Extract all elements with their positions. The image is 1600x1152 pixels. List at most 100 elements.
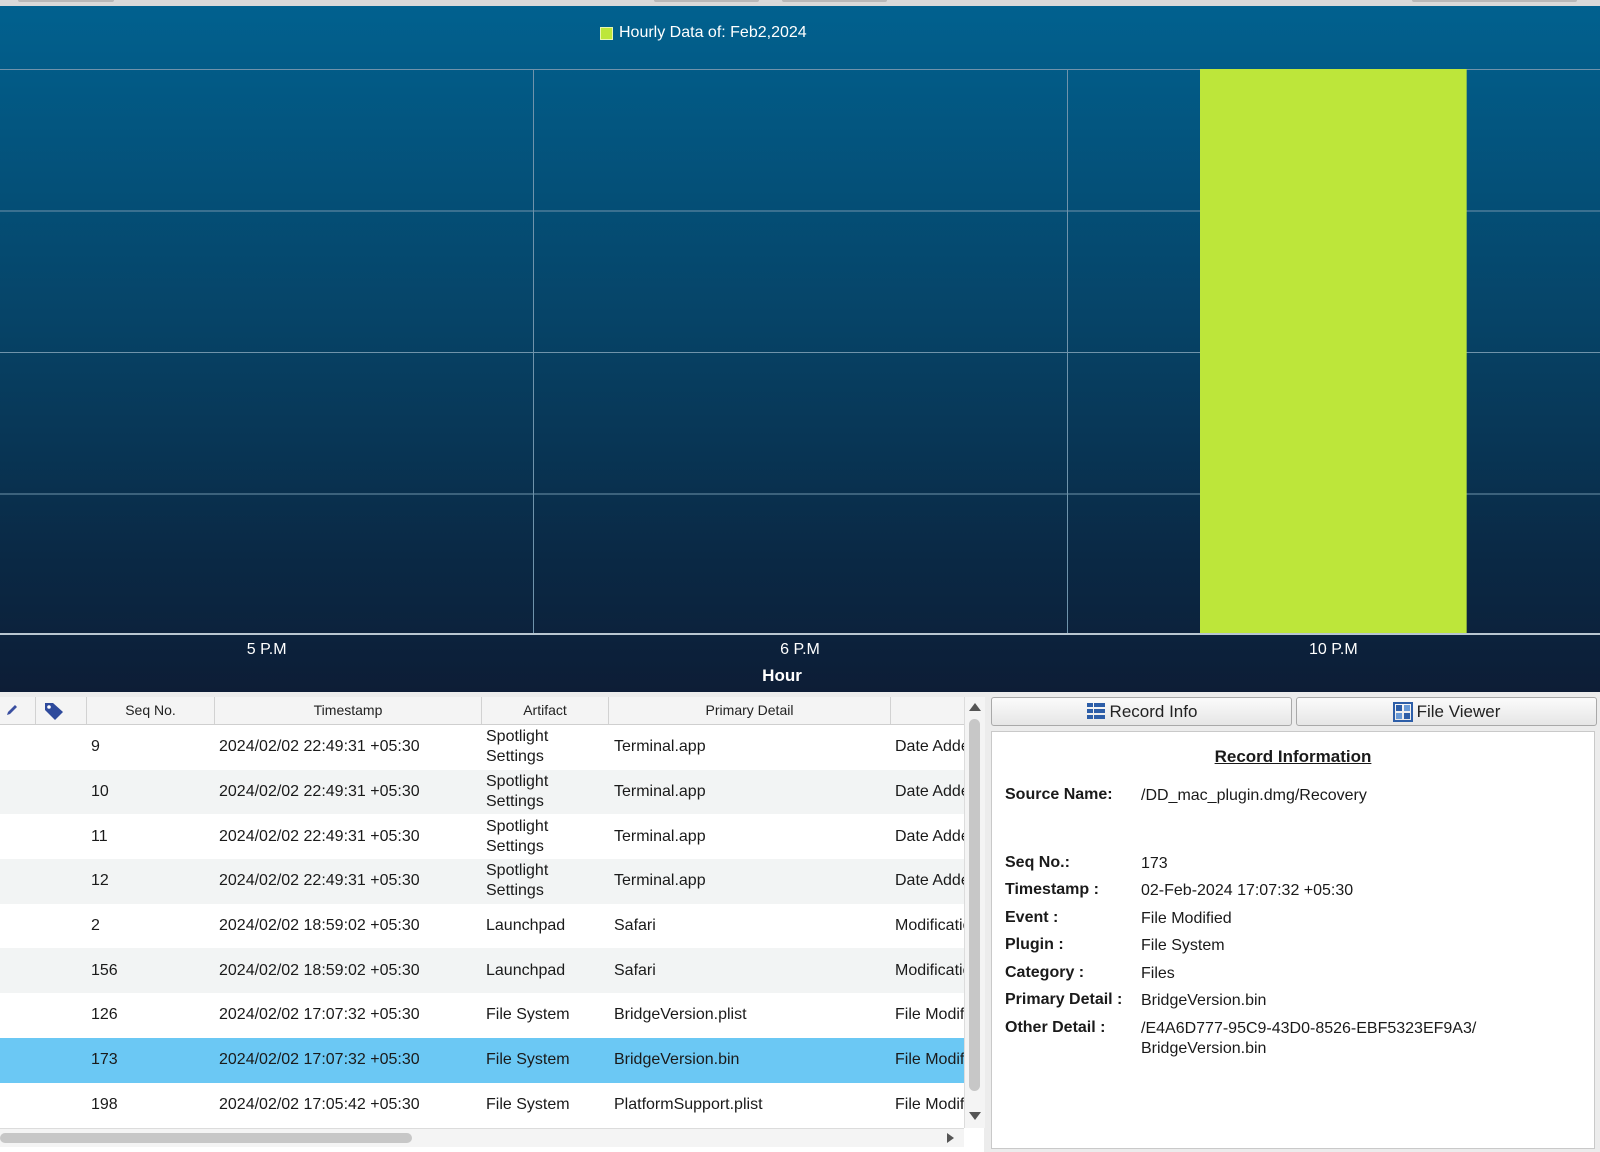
category-value: Files bbox=[1141, 965, 1175, 982]
artifact-cell: File System bbox=[486, 1051, 570, 1069]
seq-no-label: Seq No.: bbox=[1005, 854, 1070, 871]
seq-cell: 126 bbox=[91, 1006, 118, 1024]
file-viewer-icon bbox=[1392, 701, 1413, 722]
event-value: File Modified bbox=[1141, 910, 1232, 927]
plugin-value: File System bbox=[1141, 937, 1225, 954]
table-header: Seq No. Timestamp Artifact Primary Detai… bbox=[0, 697, 964, 725]
seq-cell: 10 bbox=[91, 783, 109, 801]
timestamp-cell: 2024/02/02 22:49:31 +05:30 bbox=[219, 738, 420, 756]
artifact-cell: Launchpad bbox=[486, 961, 566, 979]
event-cell: Date Added bbox=[895, 827, 964, 845]
artifact-cell: File System bbox=[486, 1006, 570, 1024]
chart-svg bbox=[0, 69, 1600, 635]
seq-cell: 173 bbox=[91, 1051, 118, 1069]
table-row[interactable]: 2 2024/02/02 18:59:02 +05:30 Launchpad Safa… bbox=[0, 903, 964, 949]
primary-detail-column-header[interactable]: Primary Detail bbox=[609, 697, 891, 724]
record-information-title: Record Information bbox=[1214, 747, 1372, 766]
scroll-right-arrow-icon[interactable] bbox=[947, 1133, 954, 1143]
event-cell: Modification bbox=[895, 917, 964, 935]
seq-cell: 156 bbox=[91, 961, 118, 979]
artifact-column-header[interactable]: Artifact bbox=[482, 697, 609, 724]
scroll-down-arrow-icon[interactable] bbox=[969, 1112, 981, 1120]
seq-cell: 9 bbox=[91, 738, 100, 756]
file-viewer-tab-label: File Viewer bbox=[1416, 701, 1501, 721]
seq-cell: 2 bbox=[91, 917, 100, 935]
timestamp-column-header[interactable]: Timestamp bbox=[215, 697, 482, 724]
edit-column-header[interactable] bbox=[0, 697, 36, 724]
vertical-scrollbar[interactable] bbox=[964, 697, 985, 1128]
scroll-up-arrow-icon[interactable] bbox=[969, 703, 981, 711]
bar-10-p-m[interactable] bbox=[1200, 69, 1467, 635]
horizontal-scroll-thumb[interactable] bbox=[0, 1133, 412, 1143]
event-column-header[interactable] bbox=[891, 697, 964, 724]
toolbar-tab[interactable] bbox=[782, 0, 887, 2]
category-label: Category : bbox=[1005, 964, 1085, 981]
primary-detail-cell: BridgeVersion.plist bbox=[614, 1006, 747, 1024]
artifact-cell: Spotlight Settings bbox=[486, 728, 549, 766]
other-detail-label: Other Detail : bbox=[1005, 1019, 1106, 1036]
seq-cell: 198 bbox=[91, 1095, 118, 1113]
primary-detail-cell: Terminal.app bbox=[614, 738, 706, 756]
record-info-tab[interactable]: Record Info bbox=[991, 697, 1292, 726]
timestamp-cell: 2024/02/02 17:05:42 +05:30 bbox=[219, 1095, 420, 1113]
event-cell: Date Added bbox=[895, 738, 964, 756]
table-row[interactable]: 126 2024/02/02 17:07:32 +05:30 File System… bbox=[0, 993, 964, 1038]
table-row[interactable]: 12 2024/02/02 22:49:31 +05:30 Spotlight Se… bbox=[0, 859, 964, 904]
primary-detail-cell: Safari bbox=[614, 917, 656, 935]
artifact-cell: File System bbox=[486, 1095, 570, 1113]
source-name-value: /DD_mac_plugin.dmg/Recovery bbox=[1141, 787, 1367, 804]
tag-column-header[interactable] bbox=[36, 697, 87, 724]
primary-detail-cell: Terminal.app bbox=[614, 872, 706, 890]
artifact-cell: Launchpad bbox=[486, 917, 566, 935]
toolbar-tab[interactable] bbox=[18, 0, 114, 2]
table-body: 9 2024/02/02 22:49:31 +05:30 Spotlight Set… bbox=[0, 725, 964, 1126]
primary-detail-value: BridgeVersion.bin bbox=[1141, 992, 1267, 1009]
primary-detail-label: Primary Detail : bbox=[1005, 991, 1123, 1008]
toolbar-tab[interactable] bbox=[1412, 0, 1577, 2]
timestamp-label: Timestamp : bbox=[1005, 881, 1099, 898]
legend-label: Hourly Data of: Feb2,2024 bbox=[619, 24, 807, 41]
x-tick-label: 10 P.M bbox=[1309, 641, 1358, 658]
horizontal-scrollbar[interactable] bbox=[0, 1128, 964, 1147]
file-viewer-tab[interactable]: File Viewer bbox=[1296, 697, 1597, 726]
x-tick-label: 5 P.M bbox=[246, 641, 287, 658]
hourly-chart: Hourly Data of: Feb2,2024 5 P.M 6 P.M 10 P… bbox=[0, 6, 1600, 692]
timestamp-cell: 2024/02/02 17:07:32 +05:30 bbox=[219, 1006, 420, 1024]
primary-detail-cell: Terminal.app bbox=[614, 827, 706, 845]
table-row[interactable]: 198 2024/02/02 17:05:42 +05:30 File System… bbox=[0, 1082, 964, 1126]
table-row[interactable]: 10 2024/02/02 22:49:31 +05:30 Spotlight Se… bbox=[0, 769, 964, 815]
source-name-label: Source Name: bbox=[1005, 786, 1113, 803]
record-info-icon bbox=[1086, 702, 1105, 719]
records-table: Seq No. Timestamp Artifact Primary Detai… bbox=[0, 697, 985, 1152]
primary-detail-cell: BridgeVersion.bin bbox=[614, 1051, 740, 1069]
timestamp-cell: 2024/02/02 18:59:02 +05:30 bbox=[219, 961, 420, 979]
event-cell: File Modified bbox=[895, 1051, 964, 1069]
timestamp-cell: 2024/02/02 22:49:31 +05:30 bbox=[219, 783, 420, 801]
tag-icon bbox=[45, 703, 63, 720]
record-information-content: Record Information Source Name: /DD_mac_… bbox=[991, 731, 1595, 1149]
timestamp-cell: 2024/02/02 17:07:32 +05:30 bbox=[219, 1051, 420, 1069]
artifact-cell: Spotlight Settings bbox=[486, 773, 549, 811]
table-row[interactable]: 11 2024/02/02 22:49:31 +05:30 Spotlight Se… bbox=[0, 814, 964, 860]
record-info-tab-label: Record Info bbox=[1109, 701, 1198, 721]
vertical-scroll-thumb[interactable] bbox=[969, 719, 980, 1091]
artifact-cell: Spotlight Settings bbox=[486, 817, 549, 855]
toolbar-tab[interactable] bbox=[654, 0, 759, 2]
seq-cell: 11 bbox=[91, 827, 108, 845]
primary-detail-cell: PlatformSupport.plist bbox=[614, 1095, 763, 1113]
table-row[interactable]: 173 2024/02/02 17:07:32 +05:30 File System… bbox=[0, 1037, 964, 1083]
table-row[interactable]: 9 2024/02/02 22:49:31 +05:30 Spotlight Set… bbox=[0, 725, 964, 770]
event-cell: File Modified bbox=[895, 1095, 964, 1113]
event-cell: Date Added bbox=[895, 783, 964, 801]
seq-no-value: 173 bbox=[1141, 855, 1168, 872]
primary-detail-cell: Terminal.app bbox=[614, 783, 706, 801]
timestamp-cell: 2024/02/02 22:49:31 +05:30 bbox=[219, 872, 420, 890]
x-axis-title: Hour bbox=[762, 666, 802, 685]
primary-detail-cell: Safari bbox=[614, 961, 656, 979]
timestamp-value: 02-Feb-2024 17:07:32 +05:30 bbox=[1141, 882, 1354, 899]
event-cell: Modification bbox=[895, 961, 964, 979]
plugin-label: Plugin : bbox=[1005, 936, 1064, 953]
table-row[interactable]: 156 2024/02/02 18:59:02 +05:30 Launchpad Sa… bbox=[0, 948, 964, 994]
chart-plot-area bbox=[0, 69, 1600, 635]
seq-column-header[interactable]: Seq No. bbox=[87, 697, 215, 724]
